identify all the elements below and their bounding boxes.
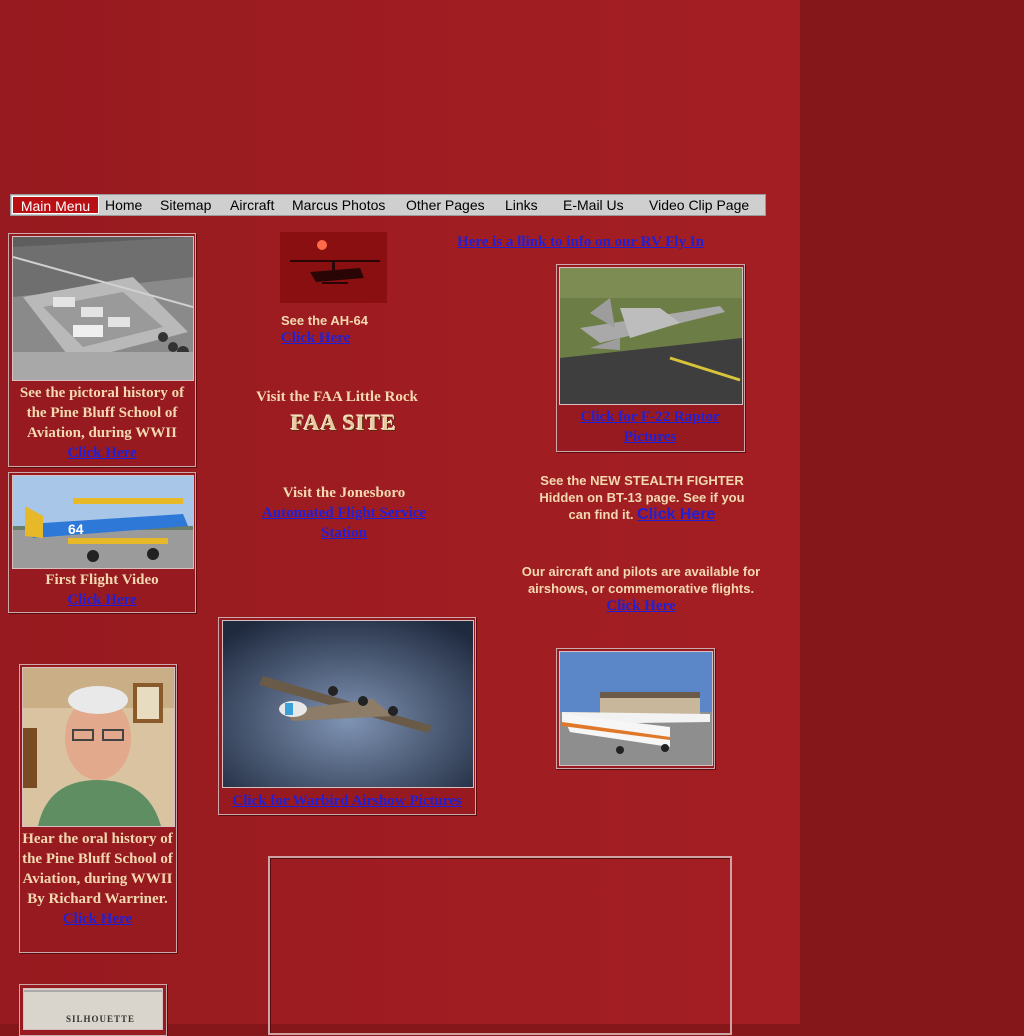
svg-text:64: 64 xyxy=(68,521,84,537)
faa-caption: Visit the FAA Little Rock xyxy=(256,389,418,405)
stealth-fighter-caption: See the NEW STEALTH FIGHTER Hidden on BT… xyxy=(534,472,750,523)
history-caption-text: See the pictoral history of the Pine Blu… xyxy=(19,385,185,441)
flight-video-caption: First Flight Video Click Here xyxy=(12,570,192,610)
oral-history-click-here-link[interactable]: Click Here xyxy=(63,911,132,927)
airshow-availability-caption: Our aircraft and pilots are available fo… xyxy=(510,563,772,615)
jonesboro-afss-link[interactable]: Automated Flight Service Station xyxy=(262,505,426,541)
top-nav-bar: Main Menu Home Sitemap Aircraft Marcus P… xyxy=(10,194,766,216)
nav-home[interactable]: Home xyxy=(105,197,142,213)
nav-marcus-photos[interactable]: Marcus Photos xyxy=(292,197,385,213)
oral-history-caption-text: Hear the oral history of the Pine Bluff … xyxy=(22,831,173,907)
nav-links[interactable]: Links xyxy=(505,197,538,213)
richard-warriner-photo[interactable] xyxy=(22,667,175,827)
blue-biplane-photo[interactable]: 64 xyxy=(12,475,194,569)
aerial-airfield-photo[interactable] xyxy=(12,236,194,381)
warbird-caption: Click for Warbird Airshow Pictures xyxy=(222,791,472,811)
b17-warbird-photo[interactable] xyxy=(222,620,474,788)
flight-video-caption-text: First Flight Video xyxy=(45,572,159,588)
f22-raptor-photo[interactable] xyxy=(559,267,743,405)
history-caption: See the pictoral history of the Pine Blu… xyxy=(12,383,192,463)
jonesboro-caption-text: Visit the Jonesboro xyxy=(282,485,406,501)
jonesboro-caption: Visit the Jonesboro Automated Flight Ser… xyxy=(244,483,444,543)
airshow-click-here-link[interactable]: Click Here xyxy=(606,598,675,614)
nav-other-pages[interactable]: Other Pages xyxy=(406,197,485,213)
cessna-airplane-photo[interactable] xyxy=(559,651,713,766)
airshow-availability-text: Our aircraft and pilots are available fo… xyxy=(521,564,761,596)
embedded-media-frame[interactable] xyxy=(268,856,732,1035)
nav-main-menu[interactable]: Main Menu xyxy=(12,196,99,214)
rv-fly-in-link[interactable]: Here is a llink to info on our RV Fly In xyxy=(457,234,704,250)
silhouette-label: SILHOUETTE xyxy=(66,1014,136,1024)
nav-email-us[interactable]: E-Mail Us xyxy=(563,197,624,213)
ah64-caption: See the AH-64 Click Here xyxy=(281,312,368,347)
ah64-click-here-link[interactable]: Click Here xyxy=(281,330,350,346)
raptor-caption: Click for F-22 Raptor Pictures xyxy=(559,407,741,447)
oral-history-caption: Hear the oral history of the Pine Bluff … xyxy=(22,829,173,929)
ah64-helicopter-photo[interactable] xyxy=(280,232,387,303)
ah64-caption-text: See the AH-64 xyxy=(281,313,368,328)
stealth-click-here-link[interactable]: Click Here xyxy=(637,506,715,523)
nav-video-clip-page[interactable]: Video Clip Page xyxy=(649,197,749,213)
nav-sitemap[interactable]: Sitemap xyxy=(160,197,211,213)
rv-fly-in-caption: Here is a llink to info on our RV Fly In xyxy=(457,232,704,252)
faa-site-logo-link[interactable]: FAA SITE xyxy=(291,410,397,436)
raptor-pictures-link[interactable]: Click for F-22 Raptor Pictures xyxy=(580,409,719,445)
history-click-here-link[interactable]: Click Here xyxy=(67,445,136,461)
flight-video-click-here-link[interactable]: Click Here xyxy=(67,592,136,608)
nav-aircraft[interactable]: Aircraft xyxy=(230,197,274,213)
warbird-airshow-link[interactable]: Click for Warbird Airshow Pictures xyxy=(232,793,461,809)
